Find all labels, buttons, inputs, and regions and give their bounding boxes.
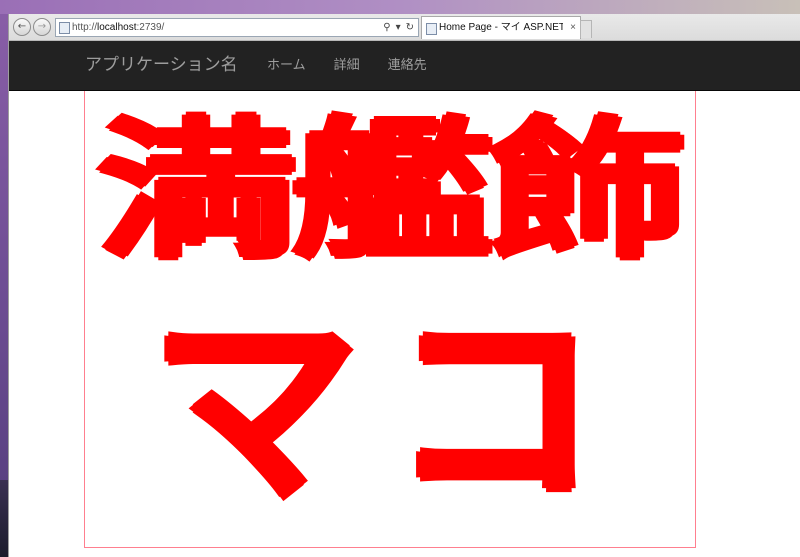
forward-button[interactable]: → — [33, 18, 51, 36]
browser-tab[interactable]: Home Page - マイ ASP.NET... × — [421, 16, 581, 39]
hero-image: 満艦飾 マコ — [84, 91, 696, 548]
desktop-background-edge — [0, 480, 8, 557]
url-port-path: :2739/ — [136, 22, 165, 33]
back-arrow-icon: ← — [17, 21, 27, 32]
nav-link-about[interactable]: 詳細 — [334, 41, 360, 90]
nav-link-home[interactable]: ホーム — [267, 41, 306, 90]
browser-toolbar: ← → http://localhost:2739/ ⚲ ▾ ↻ Home Page… — [9, 14, 800, 41]
new-tab-button[interactable] — [580, 20, 592, 38]
search-icon[interactable]: ⚲ — [383, 22, 390, 33]
address-bar[interactable]: http://localhost:2739/ ⚲ ▾ ↻ — [55, 18, 419, 37]
close-tab-icon[interactable]: × — [570, 17, 576, 39]
url-scheme: http:// — [72, 22, 98, 33]
tab-page-icon — [426, 23, 437, 35]
tab-title: Home Page - マイ ASP.NET... — [439, 22, 563, 33]
navbar-brand[interactable]: アプリケーション名 — [85, 41, 238, 90]
chevron-down-icon[interactable]: ▾ — [396, 22, 401, 33]
url-host: localhost — [97, 22, 137, 33]
forward-arrow-icon: → — [37, 21, 47, 32]
page-icon — [59, 22, 70, 34]
page-content: 満艦飾 マコ — [9, 91, 800, 557]
nav-link-contact[interactable]: 連絡先 — [388, 41, 427, 90]
desktop-background — [0, 0, 800, 14]
browser-window: ← → http://localhost:2739/ ⚲ ▾ ↻ Home Page… — [8, 14, 800, 557]
hero-title-line2: マコ — [149, 288, 630, 533]
site-navbar: アプリケーション名 ホーム 詳細 連絡先 — [9, 41, 800, 91]
refresh-icon[interactable]: ↻ — [406, 22, 414, 33]
back-button[interactable]: ← — [13, 18, 31, 36]
hero-title-line1: 満艦飾 — [96, 105, 689, 279]
navbar-links: ホーム 詳細 連絡先 — [267, 41, 455, 90]
address-tools: ⚲ ▾ ↻ — [378, 19, 414, 36]
address-url: http://localhost:2739/ — [72, 19, 164, 36]
